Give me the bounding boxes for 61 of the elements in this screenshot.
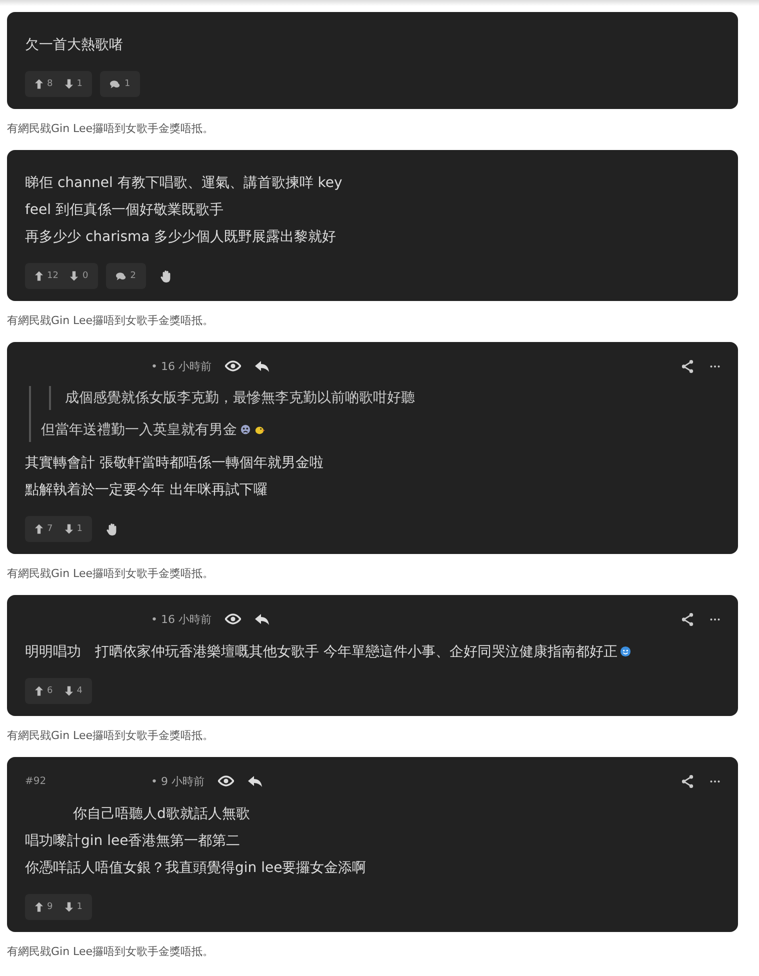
eye-icon[interactable] [225,613,242,625]
chick-icon [254,424,265,435]
upvote-icon [35,686,43,696]
image-caption: 有網民戥Gin Lee攞唔到女歌手金獎唔抵。 [7,566,215,581]
comment-text: 其實轉會計 張敬軒當時都唔係一轉個年就男金啦 [25,454,324,473]
image-caption: 有網民戥Gin Lee攞唔到女歌手金獎唔抵。 [7,313,215,328]
image-caption: 有網民戥Gin Lee攞唔到女歌手金獎唔抵。 [7,728,215,743]
upvote-button[interactable]: 6 [35,686,53,696]
downvote-button[interactable]: 1 [64,902,82,912]
hand-icon[interactable] [160,270,173,282]
reply-icon[interactable] [255,360,270,372]
quoted-text: 但當年送禮勤一入英皇就有男金 [41,418,720,442]
post-time: • 16 小時前 [151,612,212,626]
upvote-icon [35,524,43,534]
smiley-icon [620,646,632,657]
downvote-button[interactable]: 0 [70,271,88,281]
downvote-button[interactable]: 1 [64,79,82,89]
reply-icon[interactable] [255,614,270,624]
share-icon[interactable] [681,612,694,626]
image-caption: 有網民戥Gin Lee攞唔到女歌手金獎唔抵。 [7,121,215,136]
share-icon[interactable] [681,360,694,372]
upvote-button[interactable]: 8 [35,79,53,89]
eye-icon[interactable] [225,360,242,372]
post-time: • 16 小時前 [151,358,212,374]
upvote-icon [35,902,43,912]
more-icon[interactable] [710,364,720,368]
upvote-icon [35,271,43,281]
eye-icon[interactable] [218,775,234,787]
comment-text: 點解執着於一定要今年 出年咪再試下囉 [25,481,268,500]
comment-text: feel 到佢真係一個好敬業既歌手 [25,201,224,220]
reply-icon[interactable] [248,776,262,786]
downvote-icon [64,686,73,696]
downvote-button[interactable]: 1 [64,524,82,534]
comment-text: 再多少少 charisma 多少少個人既野展露出黎就好 [25,228,338,247]
downvote-button[interactable]: 4 [64,686,82,696]
comments-button[interactable]: 2 [106,263,146,289]
sad-face-icon [240,424,251,435]
upvote-icon [35,79,43,89]
upvote-button[interactable]: 12 [35,271,58,281]
comment-text: 明明唱功 打晒依家仲玩香港樂壇嘅其他女歌手 今年單戀這件小事、企好同哭泣健康指南都好正 [25,639,720,666]
comment-text: 睇佢 channel 有教下唱歌、運氣、講首歌揀咩 key [25,174,344,193]
floor-number: #92 [25,776,46,786]
comment-text: 你自己唔聽人d歌就話人無歌 [72,805,251,824]
comment-icon [116,272,126,280]
quoted-text: 成個感覺就係女版李克勤，最慘無李克勤以前啲歌咁好聽 [65,389,416,408]
image-caption: 有網民戥Gin Lee攞唔到女歌手金獎唔抵。 [7,944,215,959]
downvote-icon [70,271,78,281]
comment-text: 欠一首大熱歌啫 [25,36,124,55]
downvote-icon [64,524,73,534]
comment-text: 你憑咩話人唔值女銀？我直頭覺得gin lee要攞女金添啊 [25,859,368,878]
more-icon[interactable] [710,618,720,620]
post-time: • 9 小時前 [151,774,204,788]
comments-button[interactable]: 1 [100,71,140,97]
upvote-button[interactable]: 9 [35,902,53,912]
upvote-button[interactable]: 7 [35,524,53,534]
comment-text: 唱功嚟計gin lee香港無第一都第二 [25,832,242,851]
more-icon[interactable] [710,780,720,782]
comment-icon [110,80,120,88]
downvote-icon [64,79,73,89]
downvote-icon [64,902,73,912]
share-icon[interactable] [681,774,694,788]
